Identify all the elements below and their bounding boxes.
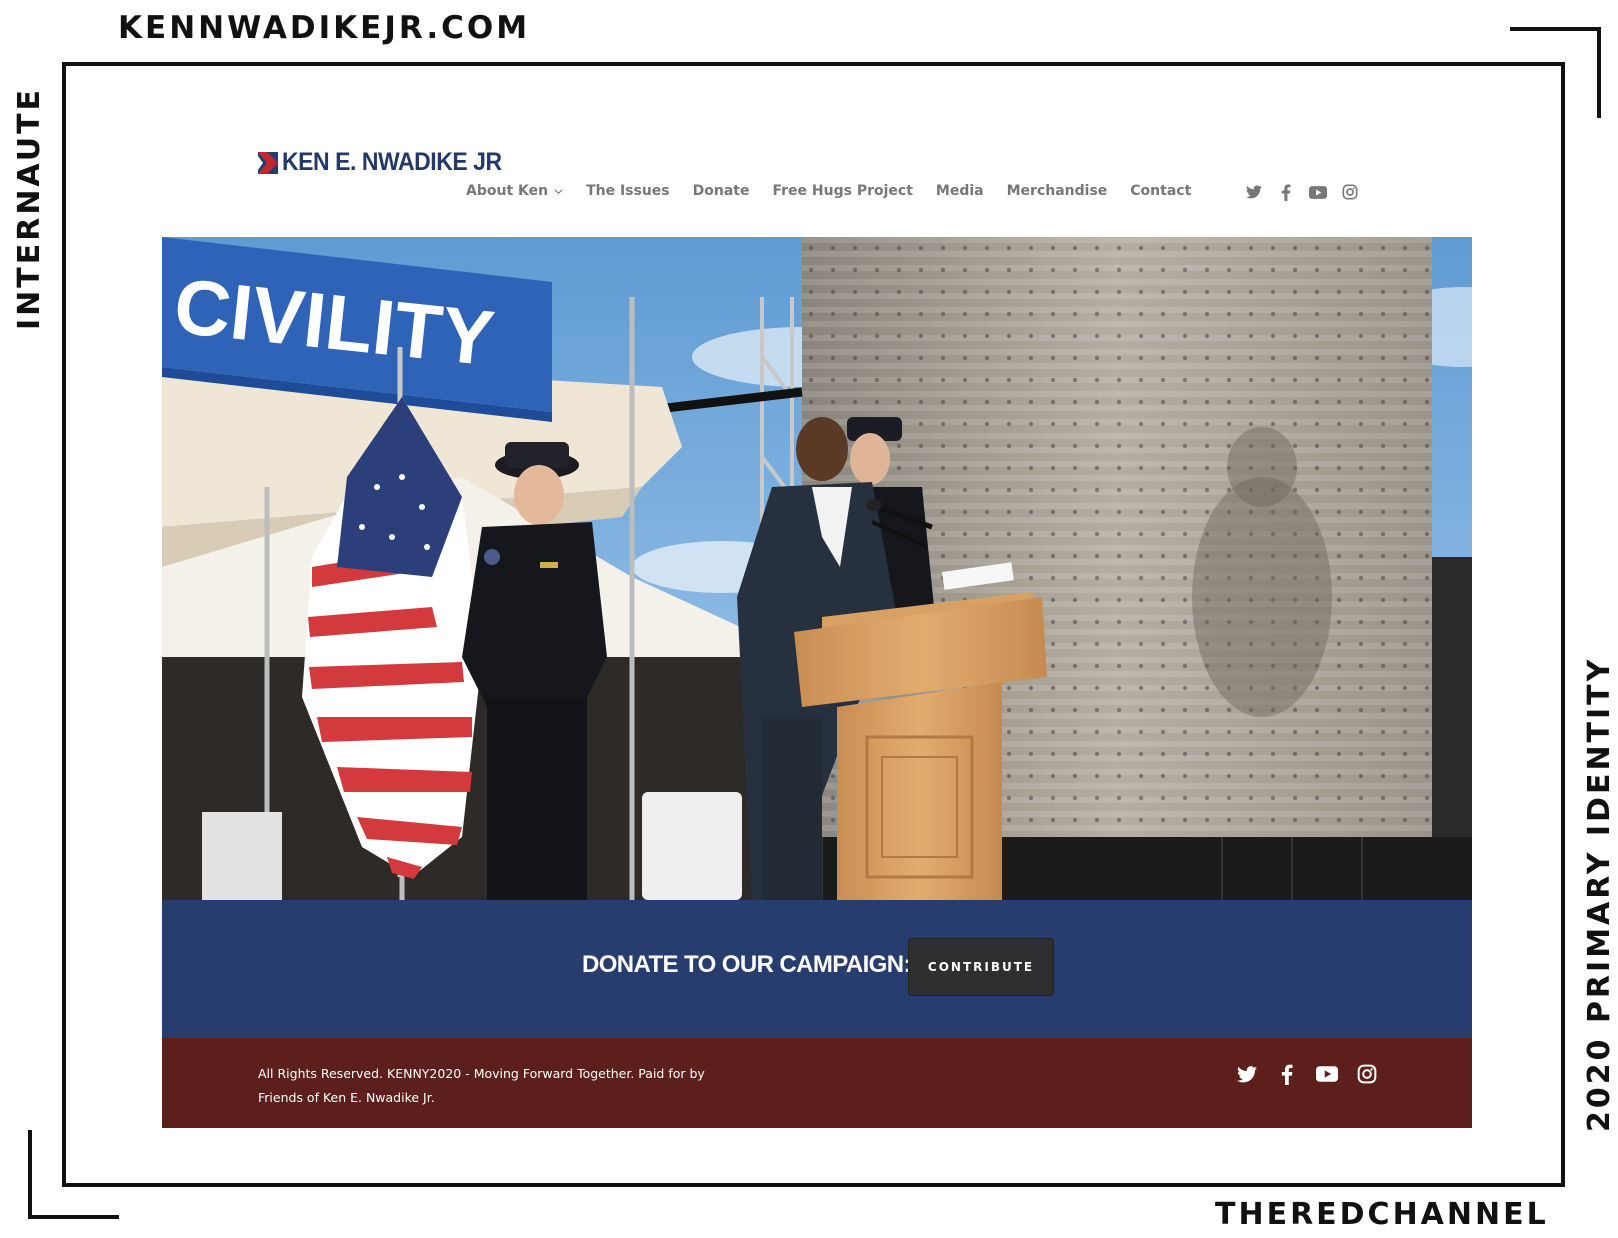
instagram-icon[interactable] (1341, 183, 1359, 201)
donate-label: DONATE TO OUR CAMPAIGN: (582, 951, 911, 978)
contribute-button[interactable]: CONTRIBUTE (908, 938, 1054, 996)
nav-item-the-issues[interactable]: The Issues (586, 183, 670, 199)
facebook-icon[interactable] (1277, 183, 1295, 201)
youtube-icon[interactable] (1309, 183, 1327, 201)
twitter-icon[interactable] (1235, 1062, 1259, 1086)
youtube-icon[interactable] (1315, 1062, 1339, 1086)
main-nav: About Ken The Issues Donate Free Hugs Pr… (466, 183, 1214, 199)
footer-copyright: All Rights Reserved. KENNY2020 - Moving … (258, 1066, 705, 1105)
frame-corner-top-right-vertical (1597, 27, 1601, 118)
facebook-icon[interactable] (1275, 1062, 1299, 1086)
nav-item-media[interactable]: Media (936, 183, 984, 199)
logo-mark-icon (258, 151, 278, 174)
header-social-links (1245, 183, 1373, 201)
donate-section: DONATE TO OUR CAMPAIGN: CONTRIBUTE (162, 900, 1472, 1038)
site-logo[interactable]: KEN E. NWADIKE JR (258, 148, 521, 177)
frame-corner-top-right (1510, 27, 1601, 31)
nav-item-merchandise[interactable]: Merchandise (1007, 183, 1108, 199)
frame-left-label: INTERNAUTE (12, 86, 47, 330)
site-footer: All Rights Reserved. KENNY2020 - Moving … (162, 1038, 1472, 1128)
frame-corner-bottom-left-horizontal (28, 1215, 119, 1219)
footer-social-links (1235, 1062, 1395, 1086)
nav-label: About Ken (466, 183, 549, 199)
nav-item-donate[interactable]: Donate (693, 183, 750, 199)
frame-right-label: 2020 PRIMARY IDENTITY (1582, 656, 1617, 1132)
frame-bottom-label: THEREDCHANNEL (1215, 1197, 1549, 1232)
nav-item-contact[interactable]: Contact (1130, 183, 1191, 199)
hero-image: CIVILITY (162, 237, 1472, 900)
chevron-down-icon (554, 188, 563, 194)
logo-text: KEN E. NWADIKE JR (282, 148, 502, 176)
nav-item-free-hugs-project[interactable]: Free Hugs Project (772, 183, 912, 199)
twitter-icon[interactable] (1245, 183, 1263, 201)
nav-item-about-ken[interactable]: About Ken (466, 183, 563, 199)
instagram-icon[interactable] (1355, 1062, 1379, 1086)
frame-site-url: KENNWADIKEJR.COM (118, 10, 531, 46)
frame-corner-bottom-left (28, 1130, 32, 1219)
